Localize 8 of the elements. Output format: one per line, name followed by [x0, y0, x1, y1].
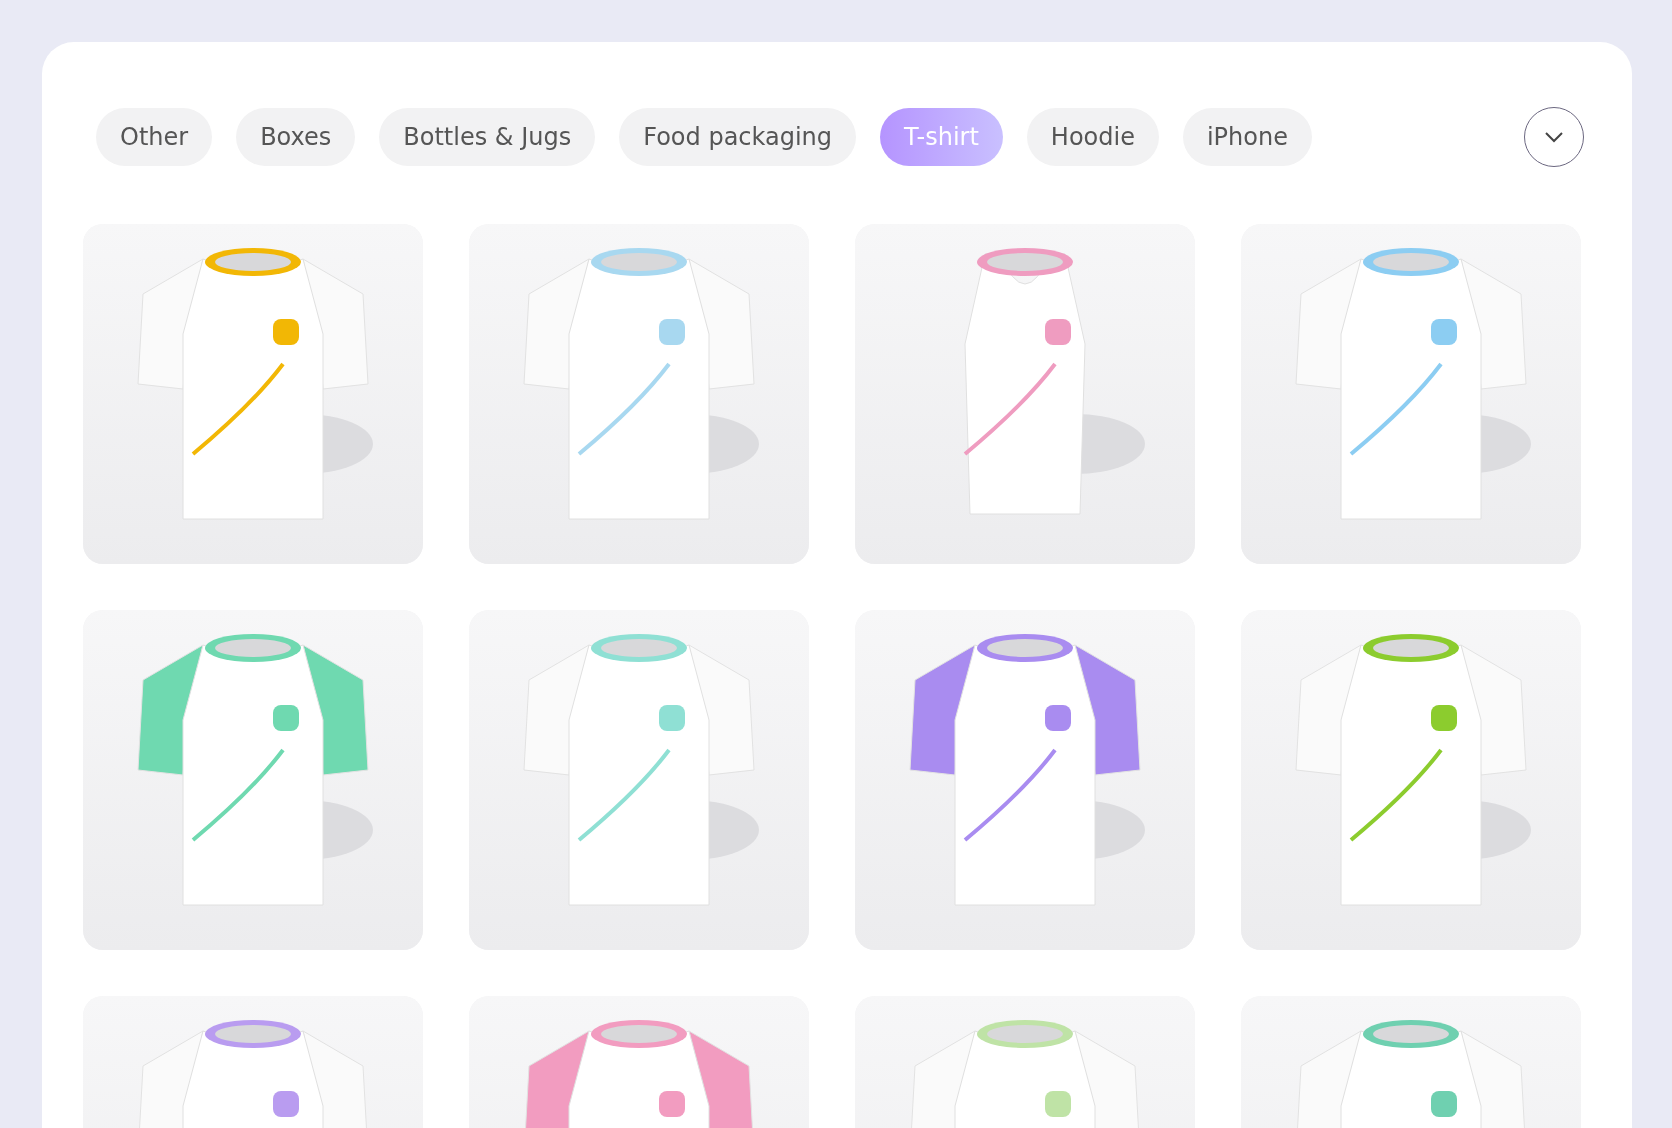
category-tab[interactable]: Bottles & Jugs: [379, 108, 596, 166]
category-tab[interactable]: Hoodie: [1026, 108, 1159, 166]
category-tab[interactable]: iPhone: [1182, 108, 1312, 166]
category-tab[interactable]: Other: [96, 108, 213, 166]
chevron-down-icon: [1544, 131, 1564, 143]
expand-button[interactable]: [1524, 107, 1584, 167]
category-tab[interactable]: Food packaging: [619, 108, 857, 166]
category-tab[interactable]: Boxes: [236, 108, 356, 166]
